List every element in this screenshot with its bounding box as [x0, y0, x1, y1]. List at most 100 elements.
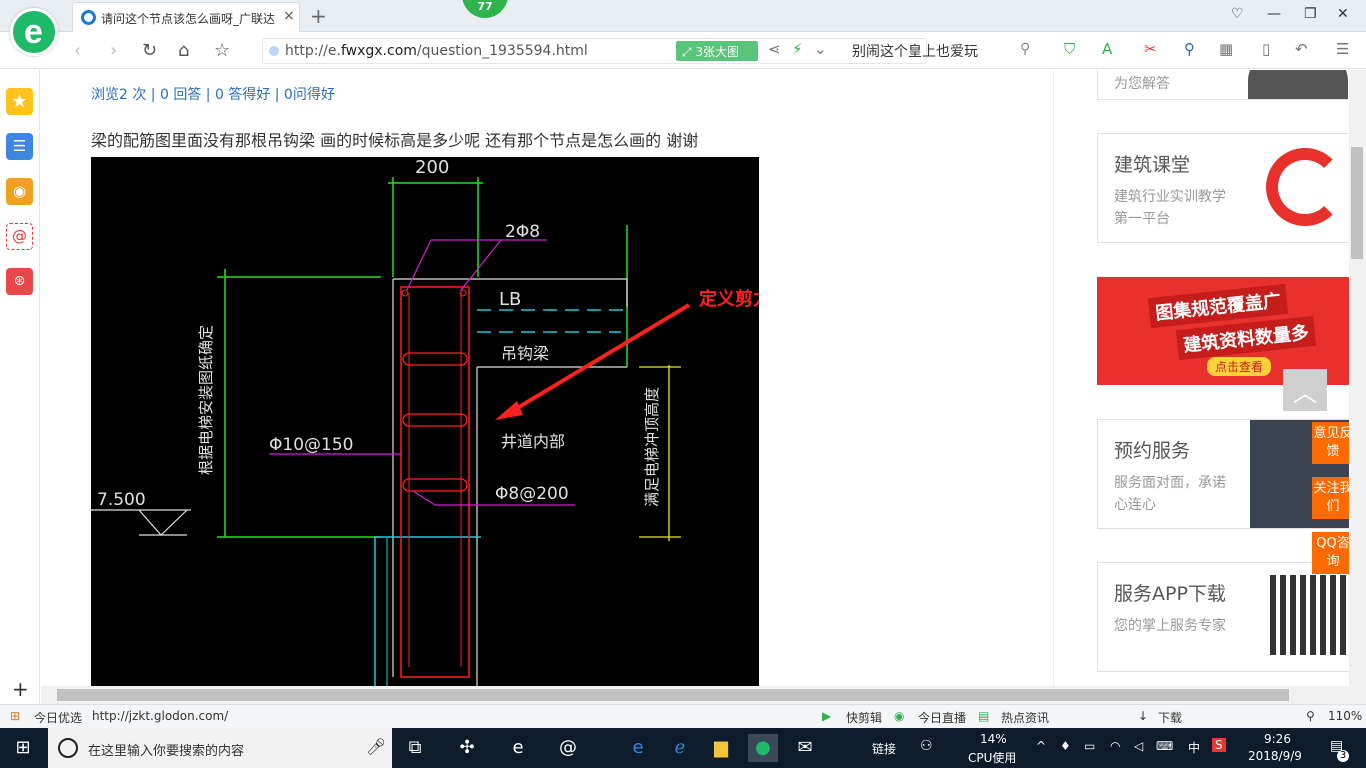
ime-indicator[interactable]: 中	[1188, 739, 1200, 756]
banner-button[interactable]: 点击查看	[1207, 357, 1272, 376]
close-window-icon[interactable]: ✕	[1337, 6, 1349, 22]
card-desc: 服务面对面，承诺心连心	[1114, 475, 1226, 513]
minimize-icon[interactable]: —	[1267, 6, 1281, 22]
site-favicon-icon	[81, 10, 96, 25]
cad-annotation: 定义剪力墙	[699, 288, 759, 310]
flash-icon[interactable]: ⚡	[792, 40, 803, 58]
today-picks[interactable]: 今日优选	[34, 709, 82, 726]
follow-button[interactable]: 关注我们	[1312, 477, 1354, 519]
tray-notify-icon[interactable]: ♦	[1060, 739, 1071, 753]
status-bar: ⊞ 今日优选 http://jzkt.glodon.com/ ▶ 快剪辑 ◉ 今…	[0, 704, 1366, 728]
cad-drawing-svg: 200 2Φ8 LB 吊钩梁 井道内部 Φ10@150 Φ8@200 7.500…	[91, 157, 759, 686]
favorites-star-icon[interactable]: ★	[6, 88, 33, 115]
horizontal-scroll-thumb[interactable]	[57, 689, 1289, 701]
edge-app-icon[interactable]: e	[503, 734, 533, 762]
restore-icon[interactable]: ❐	[1304, 6, 1317, 22]
qq-consult-button[interactable]: QQ咨询	[1312, 532, 1354, 574]
card-desc: 您的掌上服务专家	[1114, 618, 1226, 634]
mobile-icon[interactable]: ▯	[1262, 40, 1270, 58]
horizontal-scrollbar[interactable]	[41, 686, 1366, 704]
chevron-down-icon[interactable]: ⌄	[814, 40, 827, 58]
tab-close-icon[interactable]: ×	[283, 8, 295, 24]
search-box[interactable]: 别闹这个皇上也爱玩 ⚲	[840, 40, 1040, 62]
add-sidebar-icon[interactable]: +	[12, 677, 29, 701]
menu-icon[interactable]: ☰	[1336, 40, 1349, 58]
browser-logo-icon[interactable]: e	[10, 8, 58, 56]
email-at-icon[interactable]: @	[6, 223, 33, 250]
tab-active[interactable]: 请问这个节点该怎么画呀_广联达 ×	[72, 2, 300, 32]
weibo-icon[interactable]: ◉	[6, 178, 33, 205]
pinwheel-app-icon[interactable]: ✣	[452, 734, 482, 762]
cpu-label: CPU使用	[968, 751, 1017, 765]
qr-code-image	[1270, 575, 1349, 655]
skin-icon[interactable]: ♡	[1231, 6, 1244, 22]
home-icon[interactable]: ⌂	[178, 40, 189, 61]
feedback-button[interactable]: 意见反馈	[1312, 422, 1354, 464]
volume-icon[interactable]: ◁	[1134, 739, 1143, 753]
microphone-icon[interactable]: 🎤︎	[366, 737, 386, 756]
spiral-app-icon[interactable]: @	[553, 734, 583, 762]
vertical-scrollbar[interactable]	[1349, 70, 1366, 686]
translate-icon[interactable]: A	[1102, 40, 1112, 58]
card-app-download[interactable]: 服务APP下载 您的掌上服务专家	[1097, 562, 1350, 672]
card-title: 服务APP下载	[1114, 583, 1226, 605]
keyboard-icon[interactable]: ⌨	[1156, 739, 1173, 753]
vertical-scroll-thumb[interactable]	[1351, 147, 1363, 259]
windows-start-icon[interactable]: ⊞	[8, 734, 38, 762]
new-tab-button[interactable]: +	[310, 4, 327, 28]
url-input[interactable]: http://e.fwxgx.com/question_1935594.html	[262, 38, 927, 64]
ie-browser-icon[interactable]: ℯ	[665, 734, 695, 762]
search-icon[interactable]: ⚲	[1020, 41, 1030, 57]
card-desc: 建筑行业实训教学第一平台	[1114, 189, 1226, 227]
share-icon[interactable]: ⋖	[768, 40, 781, 58]
cad-lb-label: LB	[499, 289, 521, 310]
cad-hook-beam-label: 吊钩梁	[501, 344, 549, 363]
cad-dim-top: 200	[415, 157, 449, 178]
sogou-icon[interactable]: S	[1212, 738, 1226, 752]
card-answer[interactable]: 为您解答	[1097, 70, 1350, 100]
wifi-icon[interactable]: ◠	[1110, 739, 1120, 753]
kuaijian[interactable]: 快剪辑	[846, 709, 882, 726]
zoom-level[interactable]: 110%	[1328, 709, 1362, 723]
user-icon[interactable]: ⚇	[920, 738, 933, 754]
browser-2345-icon[interactable]: ●	[748, 734, 778, 762]
favorite-star-icon[interactable]: ☆	[214, 40, 230, 61]
download[interactable]: 下载	[1158, 709, 1182, 726]
mail-icon[interactable]: ✉	[790, 734, 820, 762]
clock-time[interactable]: 9:26	[1264, 732, 1291, 746]
card-jianzhu-ketang[interactable]: 建筑课堂 建筑行业实训教学第一平台	[1097, 133, 1350, 243]
news[interactable]: 热点资讯	[1001, 709, 1049, 726]
game-controller-icon[interactable]: ⊛	[6, 268, 33, 295]
badge-counter[interactable]: 77	[462, 0, 508, 18]
reader-list-icon[interactable]: ☰	[6, 133, 33, 160]
shield-icon[interactable]: ⛉	[1064, 40, 1075, 58]
big-image-label: 3张大图	[695, 45, 740, 59]
big-image-button[interactable]: ⤢ 3张大图	[676, 41, 758, 61]
cad-drawing-image[interactable]: 200 2Φ8 LB 吊钩梁 井道内部 Φ10@150 Φ8@200 7.500…	[91, 157, 759, 686]
tray-expand-icon[interactable]: ^	[1036, 739, 1046, 753]
taskbar-search-input[interactable]: 在这里输入你要搜索的内容 🎤︎	[48, 728, 392, 768]
undo-icon[interactable]: ↶	[1295, 40, 1308, 58]
screenshot-icon[interactable]: ✂	[1144, 40, 1157, 58]
cad-shaft-label: 井道内部	[501, 432, 565, 451]
find-icon[interactable]: ⚲	[1184, 40, 1195, 58]
refresh-icon[interactable]: ↻	[142, 40, 157, 61]
tray-link[interactable]: 链接	[872, 740, 896, 757]
apps-icon[interactable]: ▦	[1219, 40, 1233, 58]
clock-date[interactable]: 2018/9/9	[1248, 749, 1302, 763]
question-stats[interactable]: 浏览2 次 | 0 回答 | 0 答得好 | 0问得好	[91, 84, 335, 104]
file-explorer-icon[interactable]: ▆	[706, 734, 736, 762]
battery-icon[interactable]: ▭	[1084, 739, 1095, 753]
edge-browser-icon[interactable]: e	[623, 734, 653, 762]
cortana-icon	[58, 738, 78, 758]
task-view-icon[interactable]: ⧉	[400, 734, 430, 762]
back-icon[interactable]: ‹	[74, 40, 81, 61]
forward-icon[interactable]: ›	[110, 40, 117, 61]
back-to-top-button[interactable]: ︿	[1283, 369, 1327, 411]
card-title: 预约服务	[1114, 440, 1191, 462]
avatar-image	[1248, 70, 1348, 99]
question-text: 梁的配筋图里面没有那根吊钩梁 画的时候标高是多少呢 还有那个节点是怎么画的 谢谢	[91, 131, 699, 150]
live[interactable]: 今日直播	[918, 709, 966, 726]
left-sidebar: ★ ☰ ◉ @ ⊛ +	[0, 70, 40, 704]
cad-stirrup-10: Φ10@150	[269, 435, 353, 455]
